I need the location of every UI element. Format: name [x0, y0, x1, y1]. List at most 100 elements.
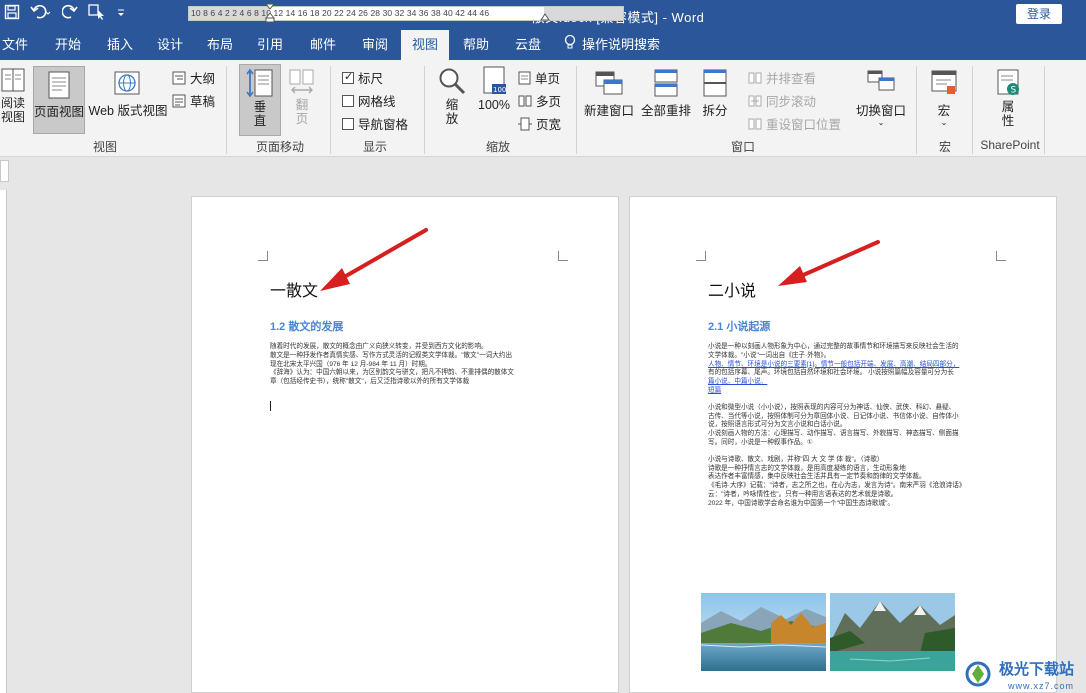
multiple-pages-button[interactable]: 多页	[518, 91, 561, 110]
arrange-all-icon	[654, 69, 678, 97]
web-layout-button[interactable]: Web 版式视图	[88, 70, 168, 119]
annotation-arrow-2	[778, 240, 880, 286]
crop-mark	[996, 251, 1006, 261]
paragraph-line: 章（包括经传史书），统称"散文"，后又泛指诗歌以外的所有文学体裁	[270, 378, 470, 386]
read-mode-icon	[1, 68, 25, 92]
watermark-text: 极光下载站	[998, 661, 1074, 678]
checkbox-unchecked[interactable]	[342, 117, 354, 130]
vertical-ruler[interactable]	[0, 190, 7, 693]
separator	[1044, 66, 1045, 154]
paragraph-line: 云："诗者，吟咏情性也"。只有一种用言语表达的艺术就是诗歌。	[708, 490, 898, 498]
show-group-label: 显示	[362, 140, 387, 154]
ribbon-tabs: 文件 开始 插入 设计 布局 引用 邮件 审阅 视图 帮助 云盘 操作说明搜索	[0, 30, 1086, 60]
paragraph-line: 《辞海》认为：中国六朝以来，为区别韵文与骈文，把凡不押韵、不重排偶的散体文	[270, 369, 514, 377]
tab-review[interactable]: 审阅	[355, 30, 395, 60]
horizontal-ruler[interactable]: 10 8 6 4 2 2 4 6 8 10 12 14 16 18 20 22 …	[188, 4, 624, 24]
synchronous-scrolling-button[interactable]: 同步滚动	[748, 91, 816, 110]
tab-design[interactable]: 设计	[150, 30, 190, 60]
tab-view[interactable]: 视图	[401, 30, 449, 60]
tab-help[interactable]: 帮助	[456, 30, 496, 60]
outline-button[interactable]: 大纲	[172, 68, 215, 87]
page-width-button[interactable]: 页宽	[518, 114, 561, 133]
ruler-margin-right	[544, 7, 623, 20]
landscape-photo-1	[701, 593, 826, 671]
checkbox-unchecked[interactable]	[342, 94, 354, 107]
paragraph-line: 写。同时，小说是一种叙事作品。①	[708, 438, 813, 446]
paragraph-line[interactable]: 短篇	[708, 387, 1008, 396]
view-side-by-side-button[interactable]: 并排查看	[748, 68, 816, 87]
paragraph-line: 文学体裁。"小说"一词出自《庄子·外物》。	[708, 351, 831, 359]
multiple-pages-icon	[518, 95, 532, 106]
side-by-side-icon	[748, 72, 762, 83]
zoom-100-button[interactable]: 100 100%	[476, 66, 512, 112]
macros-button[interactable]: 宏 ⌄	[926, 68, 962, 127]
crop-mark	[258, 251, 268, 261]
heading-1: 二小说	[708, 283, 757, 300]
tab-mailings[interactable]: 邮件	[303, 30, 343, 60]
new-window-icon	[595, 71, 623, 95]
body-text: 小说是一种以刻画人物形象为中心，通过完整的故事情节和环境描写来反映社会生活的 文…	[708, 343, 1008, 509]
indent-marker-icon[interactable]	[265, 4, 275, 24]
web-layout-icon	[114, 71, 140, 95]
separator	[330, 66, 331, 154]
tab-home[interactable]: 开始	[46, 30, 90, 60]
watermark-url: www.xz7.com	[1007, 681, 1074, 691]
body-text: 随着时代的发展，散文的概念由广义向狭义转变，并受到西方文化的影响。 散文是一种抒…	[270, 343, 570, 387]
right-indent-marker-icon[interactable]	[540, 13, 550, 23]
outline-icon	[172, 71, 186, 84]
side-to-side-icon	[289, 69, 314, 94]
properties-button[interactable]: S 属 性	[988, 68, 1028, 128]
heading-2: 2.1 小说起源	[708, 321, 771, 333]
magnifier-icon	[439, 68, 466, 95]
vertical-scroll-icon	[246, 68, 273, 98]
sharepoint-properties-icon: S	[997, 69, 1019, 96]
one-page-button[interactable]: 单页	[518, 68, 560, 87]
new-window-button[interactable]: 新建窗口	[583, 68, 635, 119]
paragraph-line: 随着时代的发展，散文的概念由广义向狭义转变，并受到西方文化的影响。	[270, 343, 488, 350]
tab-file[interactable]: 文件	[0, 30, 30, 60]
checkbox-checked[interactable]	[342, 70, 354, 84]
arrange-all-button[interactable]: 全部重排	[639, 68, 693, 119]
print-layout-button[interactable]: 页面视图	[33, 66, 85, 134]
reset-window-icon	[748, 118, 762, 129]
paragraph-line[interactable]: 篇小说、中篇小说、	[708, 378, 1008, 387]
split-icon	[703, 69, 727, 97]
tab-layout[interactable]: 布局	[200, 30, 240, 60]
macros-group-label: 宏	[938, 140, 951, 154]
tab-insert[interactable]: 插入	[100, 30, 140, 60]
gridlines-checkbox[interactable]: 网格线	[342, 91, 396, 110]
chevron-down-icon: ⌄	[940, 118, 948, 127]
vertical-button[interactable]: 垂 直	[239, 64, 281, 136]
annotation-arrow-1	[320, 228, 428, 291]
paragraph-line: 小说和微型小说（小小说），按照表现的内容可分为神话、仙侠、武侠、科幻、悬疑、	[708, 403, 956, 411]
tell-me-search[interactable]: 操作说明搜索	[564, 30, 676, 60]
one-page-icon	[518, 71, 531, 84]
paragraph-line: 散文是一种抒发作者真情实感、写作方式灵活的记叙类文学体裁。"散文"一词大约出	[270, 351, 513, 359]
zoom-100-icon: 100	[483, 66, 506, 94]
separator	[576, 66, 577, 154]
read-mode-button[interactable]: 阅读 视图	[0, 66, 28, 124]
ruler-numbers: 10 8 6 4 2 2 4 6 8 10 12 14 16 18 20 22 …	[191, 8, 490, 18]
watermark-logo-icon	[965, 661, 991, 687]
ruler-checkbox[interactable]: 标尺	[342, 68, 383, 87]
tab-references[interactable]: 引用	[250, 30, 290, 60]
page-width-icon	[518, 117, 532, 130]
svg-text:S: S	[1011, 86, 1017, 96]
navigation-pane-checkbox[interactable]: 导航窗格	[342, 114, 408, 133]
login-button[interactable]: 登录	[1016, 4, 1062, 24]
tab-selector[interactable]	[0, 160, 9, 182]
views-group-label: 视图	[92, 140, 117, 154]
paragraph-line: 《毛诗·大序》记载："诗者，志之所之也，在心为志，发言为诗"。南宋严羽《沧浪诗话…	[708, 482, 966, 490]
switch-windows-button[interactable]: 切换窗口 ⌄	[854, 68, 908, 127]
heading-2: 1.2 散文的发展	[270, 321, 344, 333]
sharepoint-group-label: SharePoint	[980, 138, 1040, 152]
separator	[972, 66, 973, 154]
ruler-area	[0, 157, 1086, 185]
paragraph-line: 2022 年，中国诗歌学会命名谁为中国第一个"中国生态诗歌城"。	[708, 499, 895, 507]
tab-cloud[interactable]: 云盘	[508, 30, 548, 60]
draft-button[interactable]: 草稿	[172, 91, 215, 110]
side-to-side-button[interactable]: 翻 页	[287, 68, 317, 126]
zoom-button[interactable]: 缩 放	[435, 66, 469, 126]
reset-window-position-button[interactable]: 重设窗口位置	[748, 114, 841, 133]
split-button[interactable]: 拆分	[698, 68, 732, 119]
